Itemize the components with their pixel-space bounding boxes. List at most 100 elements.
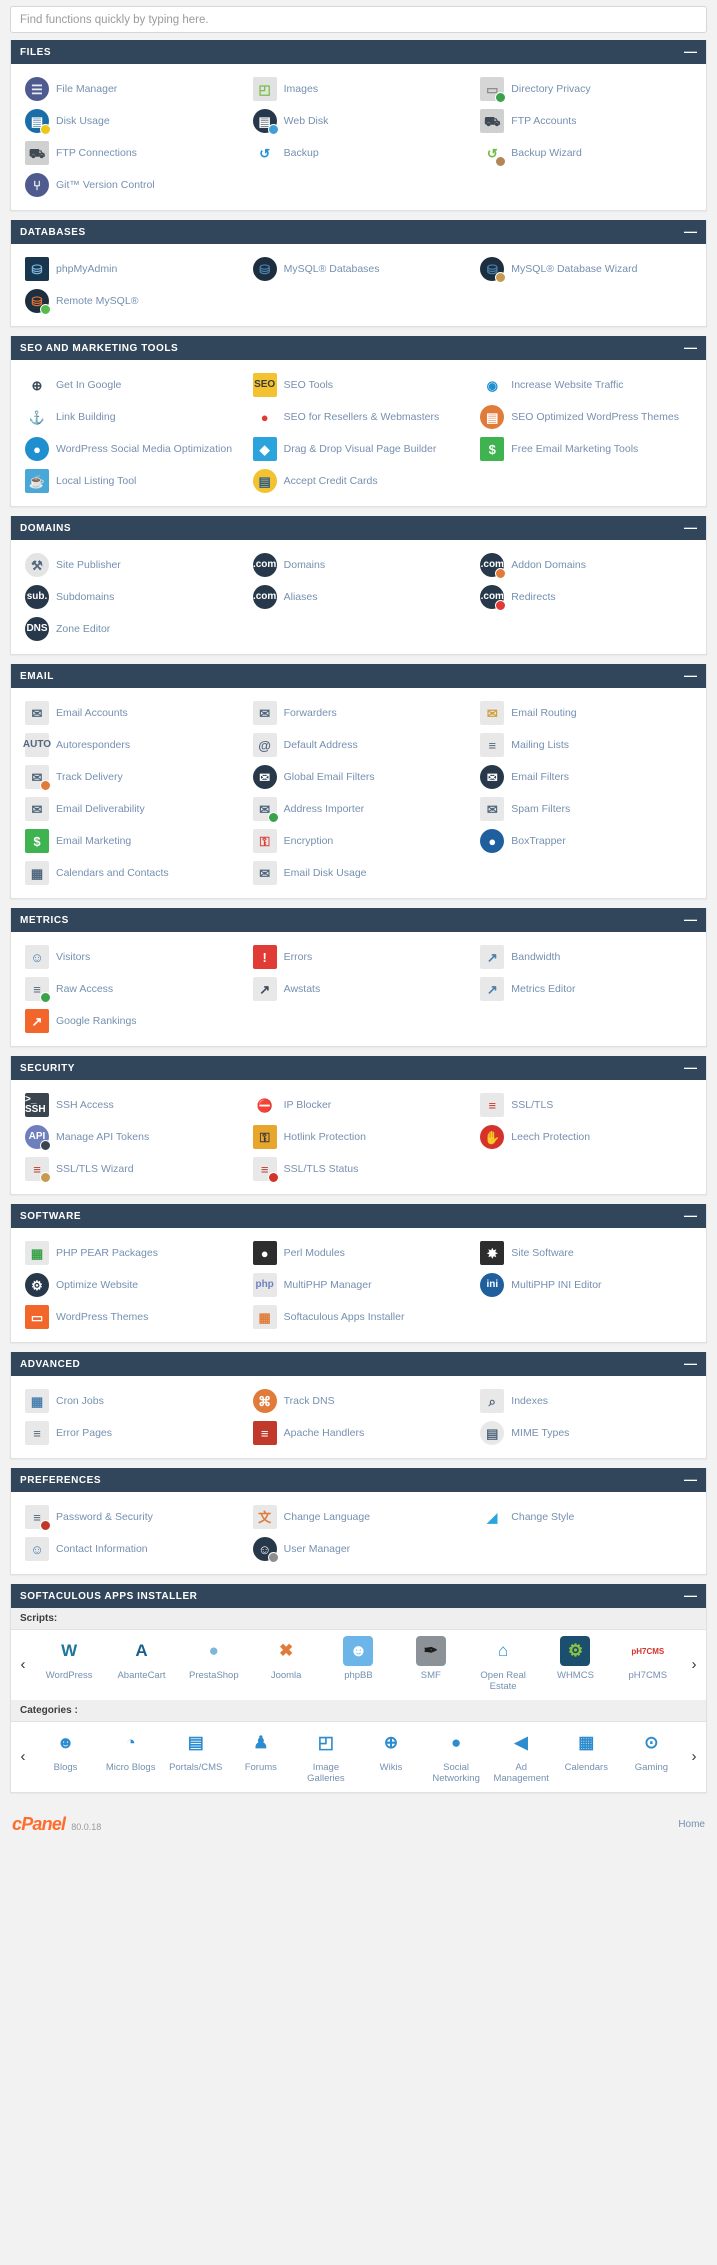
item-php-pear-packages[interactable]: ▦ PHP PEAR Packages xyxy=(17,1237,245,1269)
item-directory-privacy[interactable]: ▭ Directory Privacy xyxy=(472,73,700,105)
item-softaculous-apps-installer[interactable]: ▦ Softaculous Apps Installer xyxy=(245,1301,473,1333)
item-visitors[interactable]: ☺ Visitors xyxy=(17,941,245,973)
app-joomla[interactable]: ✖ Joomla xyxy=(250,1636,322,1692)
item-errors[interactable]: ! Errors xyxy=(245,941,473,973)
item-email-routing[interactable]: ✉ Email Routing xyxy=(472,697,700,729)
item-mailing-lists[interactable]: ≡ Mailing Lists xyxy=(472,729,700,761)
item-seo-for-resellers-webmasters[interactable]: ● SEO for Resellers & Webmasters xyxy=(245,401,473,433)
item-error-pages[interactable]: ≡ Error Pages xyxy=(17,1417,245,1449)
item-ftp-accounts[interactable]: ⛟ FTP Accounts xyxy=(472,105,700,137)
item-perl-modules[interactable]: ● Perl Modules xyxy=(245,1237,473,1269)
item-ip-blocker[interactable]: ⛔ IP Blocker xyxy=(245,1089,473,1121)
item-link-building[interactable]: ⚓ Link Building xyxy=(17,401,245,433)
item-optimize-website[interactable]: ⚙ Optimize Website xyxy=(17,1269,245,1301)
item-user-manager[interactable]: ☺ User Manager xyxy=(245,1533,473,1565)
item-site-software[interactable]: ✸ Site Software xyxy=(472,1237,700,1269)
item-disk-usage[interactable]: ▤ Disk Usage xyxy=(17,105,245,137)
collapse-icon[interactable]: — xyxy=(683,1357,697,1370)
item-addon-domains[interactable]: .com Addon Domains xyxy=(472,549,700,581)
collapse-icon[interactable]: — xyxy=(683,1473,697,1486)
item-autoresponders[interactable]: AUTO Autoresponders xyxy=(17,729,245,761)
item-track-dns[interactable]: ⌘ Track DNS xyxy=(245,1385,473,1417)
item-email-accounts[interactable]: ✉ Email Accounts xyxy=(17,697,245,729)
item-backup[interactable]: ↺ Backup xyxy=(245,137,473,169)
item-local-listing-tool[interactable]: ☕ Local Listing Tool xyxy=(17,465,245,497)
item-ftp-connections[interactable]: ⛟ FTP Connections xyxy=(17,137,245,169)
item-get-in-google[interactable]: ⊕ Get In Google xyxy=(17,369,245,401)
app-forums[interactable]: ♟ Forums xyxy=(228,1728,293,1784)
collapse-icon[interactable]: — xyxy=(683,1061,697,1074)
item-encryption[interactable]: ⚿ Encryption xyxy=(245,825,473,857)
item-seo-tools[interactable]: SEO SEO Tools xyxy=(245,369,473,401)
app-abantecart[interactable]: A AbanteCart xyxy=(105,1636,177,1692)
scripts-next-arrow[interactable]: › xyxy=(684,1656,704,1673)
search-bar[interactable] xyxy=(10,6,707,33)
item-bandwidth[interactable]: ↗ Bandwidth xyxy=(472,941,700,973)
item-manage-api-tokens[interactable]: API Manage API Tokens xyxy=(17,1121,245,1153)
item-aliases[interactable]: .com Aliases xyxy=(245,581,473,613)
item-wordpress-social-media-optimization[interactable]: ● WordPress Social Media Optimization xyxy=(17,433,245,465)
item-increase-website-traffic[interactable]: ◉ Increase Website Traffic xyxy=(472,369,700,401)
item-calendars-and-contacts[interactable]: ▦ Calendars and Contacts xyxy=(17,857,245,889)
collapse-icon[interactable]: — xyxy=(683,913,697,926)
item-spam-filters[interactable]: ✉ Spam Filters xyxy=(472,793,700,825)
item-zone-editor[interactable]: DNS Zone Editor xyxy=(17,613,245,645)
item-backup-wizard[interactable]: ↺ Backup Wizard xyxy=(472,137,700,169)
footer-link-home[interactable]: Home xyxy=(678,1819,705,1830)
item-google-rankings[interactable]: ↗ Google Rankings xyxy=(17,1005,245,1037)
item-wordpress-themes[interactable]: ▭ WordPress Themes xyxy=(17,1301,245,1333)
search-input[interactable] xyxy=(20,13,697,26)
item-email-disk-usage[interactable]: ✉ Email Disk Usage xyxy=(245,857,473,889)
item-subdomains[interactable]: sub. Subdomains xyxy=(17,581,245,613)
app-phpbb[interactable]: ☻ phpBB xyxy=(322,1636,394,1692)
app-ad-management[interactable]: ◀ Ad Management xyxy=(489,1728,554,1784)
item-ssl-tls-wizard[interactable]: ≡ SSL/TLS Wizard xyxy=(17,1153,245,1185)
item-redirects[interactable]: .com Redirects xyxy=(472,581,700,613)
item-global-email-filters[interactable]: ✉ Global Email Filters xyxy=(245,761,473,793)
item-boxtrapper[interactable]: ● BoxTrapper xyxy=(472,825,700,857)
item-forwarders[interactable]: ✉ Forwarders xyxy=(245,697,473,729)
app-blogs[interactable]: ☻ Blogs xyxy=(33,1728,98,1784)
app-micro-blogs[interactable]: ◔ Micro Blogs xyxy=(98,1728,163,1784)
item-free-email-marketing-tools[interactable]: $ Free Email Marketing Tools xyxy=(472,433,700,465)
app-wikis[interactable]: ⊕ Wikis xyxy=(358,1728,423,1784)
item-password-security[interactable]: ≡ Password & Security xyxy=(17,1501,245,1533)
item-raw-access[interactable]: ≡ Raw Access xyxy=(17,973,245,1005)
item-ssl-tls-status[interactable]: ≡ SSL/TLS Status xyxy=(245,1153,473,1185)
item-apache-handlers[interactable]: ≡ Apache Handlers xyxy=(245,1417,473,1449)
item-drag-drop-visual-page-builder[interactable]: ◆ Drag & Drop Visual Page Builder xyxy=(245,433,473,465)
item-ssh-access[interactable]: >_ SSH SSH Access xyxy=(17,1089,245,1121)
item-email-deliverability[interactable]: ✉ Email Deliverability xyxy=(17,793,245,825)
item-accept-credit-cards[interactable]: ▤ Accept Credit Cards xyxy=(245,465,473,497)
item-awstats[interactable]: ↗ Awstats xyxy=(245,973,473,1005)
item-email-marketing[interactable]: $ Email Marketing xyxy=(17,825,245,857)
item-mime-types[interactable]: ▤ MIME Types xyxy=(472,1417,700,1449)
app-wordpress[interactable]: W WordPress xyxy=(33,1636,105,1692)
item-multiphp-manager[interactable]: php MultiPHP Manager xyxy=(245,1269,473,1301)
item-web-disk[interactable]: ▤ Web Disk xyxy=(245,105,473,137)
item-phpmyadmin[interactable]: ⛁ phpMyAdmin xyxy=(17,253,245,285)
app-whmcs[interactable]: ⚙ WHMCS xyxy=(539,1636,611,1692)
app-social-networking[interactable]: ● Social Networking xyxy=(424,1728,489,1784)
collapse-icon[interactable]: — xyxy=(683,1589,697,1602)
item-indexes[interactable]: ⌕ Indexes xyxy=(472,1385,700,1417)
item-track-delivery[interactable]: ✉ Track Delivery xyxy=(17,761,245,793)
item-mysql-database-wizard[interactable]: ⛁ MySQL® Database Wizard xyxy=(472,253,700,285)
item-leech-protection[interactable]: ✋ Leech Protection xyxy=(472,1121,700,1153)
item-change-style[interactable]: ◢ Change Style xyxy=(472,1501,700,1533)
item-git-version-control[interactable]: ⑂ Git™ Version Control xyxy=(17,169,245,201)
item-hotlink-protection[interactable]: ⚿ Hotlink Protection xyxy=(245,1121,473,1153)
app-ph7cms[interactable]: pH7CMS pH7CMS xyxy=(612,1636,684,1692)
app-calendars[interactable]: ▦ Calendars xyxy=(554,1728,619,1784)
item-mysql-databases[interactable]: ⛁ MySQL® Databases xyxy=(245,253,473,285)
app-portals-cms[interactable]: ▤ Portals/CMS xyxy=(163,1728,228,1784)
item-images[interactable]: ◰ Images xyxy=(245,73,473,105)
collapse-icon[interactable]: — xyxy=(683,669,697,682)
item-address-importer[interactable]: ✉ Address Importer xyxy=(245,793,473,825)
collapse-icon[interactable]: — xyxy=(683,45,697,58)
item-site-publisher[interactable]: ⚒ Site Publisher xyxy=(17,549,245,581)
app-prestashop[interactable]: ● PrestaShop xyxy=(178,1636,250,1692)
collapse-icon[interactable]: — xyxy=(683,521,697,534)
collapse-icon[interactable]: — xyxy=(683,341,697,354)
app-open-real-estate[interactable]: ⌂ Open Real Estate xyxy=(467,1636,539,1692)
